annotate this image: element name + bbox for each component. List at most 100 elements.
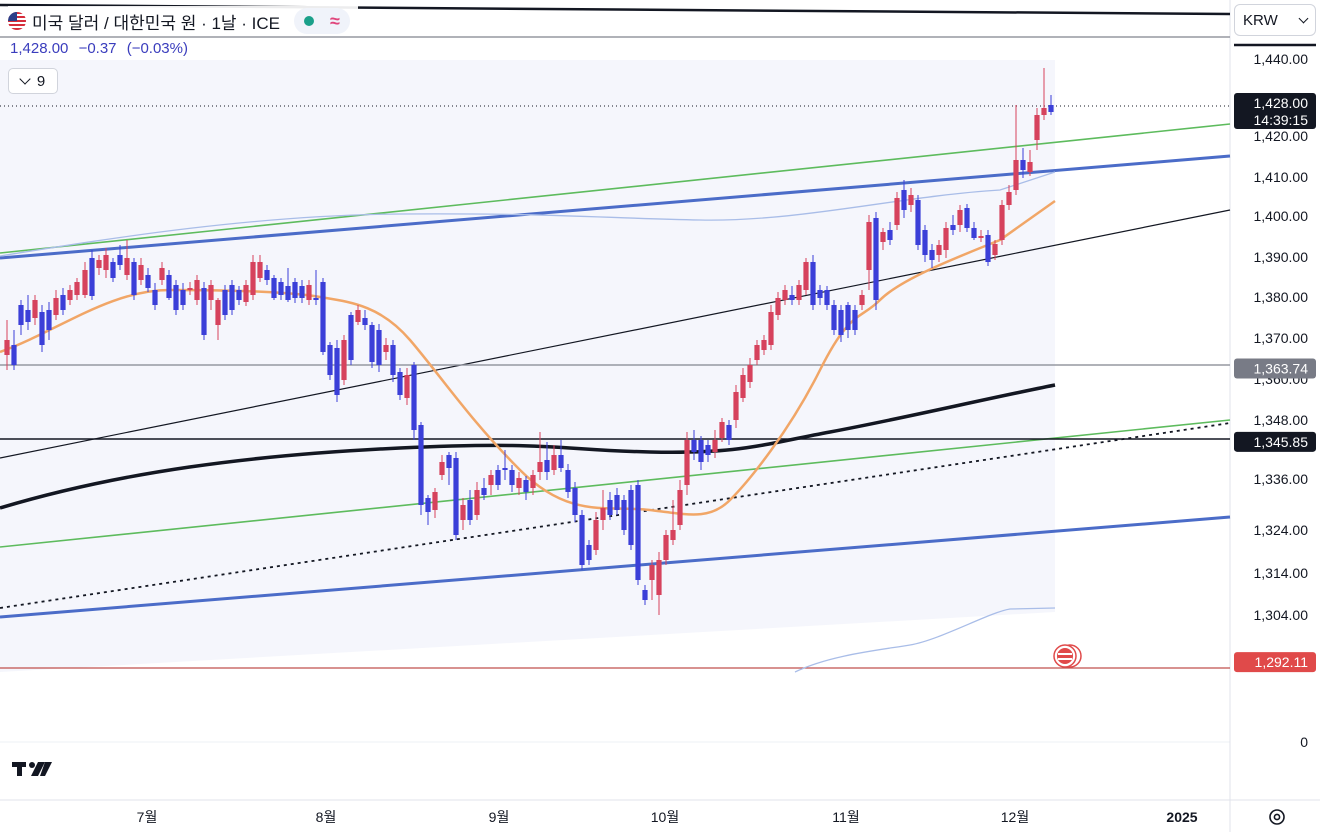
- chart-canvas[interactable]: 1,440.00 1,420.00 1,410.00 1,400.00 1,390.00…: [0, 0, 1320, 832]
- candle-body: [873, 218, 879, 300]
- candle-body: [39, 312, 45, 345]
- currency-select[interactable]: KRW: [1234, 4, 1316, 36]
- candle-body: [1020, 160, 1026, 170]
- candle-body: [537, 462, 543, 472]
- candle-body: [341, 340, 347, 380]
- candle-body: [67, 290, 73, 300]
- candle-body: [110, 262, 116, 278]
- symbol-title[interactable]: 미국 달러 / 대한민국 원 · 1날 · ICE: [32, 9, 280, 34]
- time-tick-label: 10월: [651, 809, 679, 825]
- candle: [873, 212, 879, 310]
- candle: [348, 312, 354, 365]
- candle-body: [397, 372, 403, 395]
- candle: [579, 510, 585, 570]
- candle-body: [880, 232, 886, 242]
- candle-body: [208, 285, 214, 300]
- wave-icon: ≈: [330, 11, 340, 31]
- time-tick-label: 8월: [316, 809, 337, 825]
- candle-body: [327, 345, 333, 375]
- candle-body: [558, 455, 564, 468]
- candle: [173, 280, 179, 315]
- candle-body: [1027, 162, 1033, 172]
- candle-body: [971, 228, 977, 238]
- tradingview-logo-icon[interactable]: [12, 758, 54, 780]
- candle-body: [894, 198, 900, 225]
- candle-body: [684, 440, 690, 485]
- candle-body: [1034, 115, 1040, 140]
- candle-body: [719, 422, 725, 438]
- candle-body: [523, 480, 529, 492]
- candle-body: [831, 305, 837, 330]
- chevron-down-icon: [19, 73, 31, 85]
- candle: [39, 305, 45, 352]
- candle-body: [348, 315, 354, 360]
- candle-body: [60, 295, 66, 310]
- candle-body: [46, 310, 52, 330]
- price-axis-label: 1,363.74: [1234, 358, 1316, 379]
- candle-body: [999, 205, 1005, 240]
- candle-body: [383, 345, 389, 352]
- candle: [334, 340, 340, 402]
- candle: [418, 422, 424, 515]
- candle-body: [782, 290, 788, 300]
- candle-body: [544, 460, 550, 472]
- indicators-toggle-button[interactable]: 9: [8, 68, 58, 94]
- price-change: −0.37: [78, 40, 117, 57]
- candle-body: [607, 500, 613, 515]
- candle: [453, 452, 459, 540]
- candle-body: [460, 505, 466, 520]
- candle-body: [18, 305, 24, 325]
- candle-body: [467, 500, 473, 520]
- candle-body: [922, 230, 928, 255]
- time-tick-label: 2025: [1166, 809, 1197, 825]
- candle-body: [453, 458, 459, 535]
- candle: [635, 480, 641, 585]
- candle-body: [691, 440, 697, 452]
- candle-body: [509, 470, 515, 485]
- candle-body: [565, 470, 571, 492]
- candle-body: [614, 495, 620, 510]
- candle: [810, 255, 816, 310]
- candle-body: [600, 508, 606, 520]
- market-status-pill[interactable]: ≈: [294, 8, 350, 34]
- candle-body: [733, 392, 739, 420]
- candle: [229, 280, 235, 315]
- candle-body: [530, 475, 536, 488]
- candle-body: [89, 258, 95, 296]
- candle-body: [152, 290, 158, 305]
- candle-body: [670, 530, 676, 540]
- candle-body: [663, 535, 669, 560]
- price-axis-label-text: 1,292.11: [1255, 654, 1309, 670]
- candle: [831, 300, 837, 335]
- price-tick-label: 1,420.00: [1254, 128, 1309, 144]
- event-flag-dot: [1057, 648, 1073, 664]
- candle-body: [838, 310, 844, 335]
- candle-body: [761, 340, 767, 350]
- last-price: 1,428.00: [10, 40, 69, 57]
- candle-body: [817, 290, 823, 298]
- candle-body: [229, 285, 235, 310]
- candle-body: [215, 300, 221, 325]
- candle-body: [292, 282, 298, 298]
- candle-body: [740, 375, 746, 398]
- candle-body: [677, 490, 683, 525]
- candle-body: [404, 375, 410, 398]
- candle: [271, 275, 277, 300]
- price-tick-label: 1,390.00: [1254, 249, 1309, 265]
- candle-body: [754, 345, 760, 360]
- candle-body: [320, 282, 326, 352]
- candle-body: [1006, 192, 1012, 205]
- candle-body: [495, 470, 501, 485]
- candle-body: [159, 268, 165, 280]
- candle-body: [124, 258, 130, 275]
- us-flag-icon: [8, 12, 26, 30]
- candle-body: [649, 565, 655, 580]
- candle-body: [53, 298, 59, 315]
- candle-body: [474, 490, 480, 515]
- candle: [964, 204, 970, 232]
- settings-gear-icon[interactable]: [1266, 806, 1288, 828]
- candle-body: [1041, 108, 1047, 115]
- candle-body: [957, 210, 963, 225]
- candle-body: [306, 285, 312, 300]
- price-tick-label: 1,400.00: [1254, 208, 1309, 224]
